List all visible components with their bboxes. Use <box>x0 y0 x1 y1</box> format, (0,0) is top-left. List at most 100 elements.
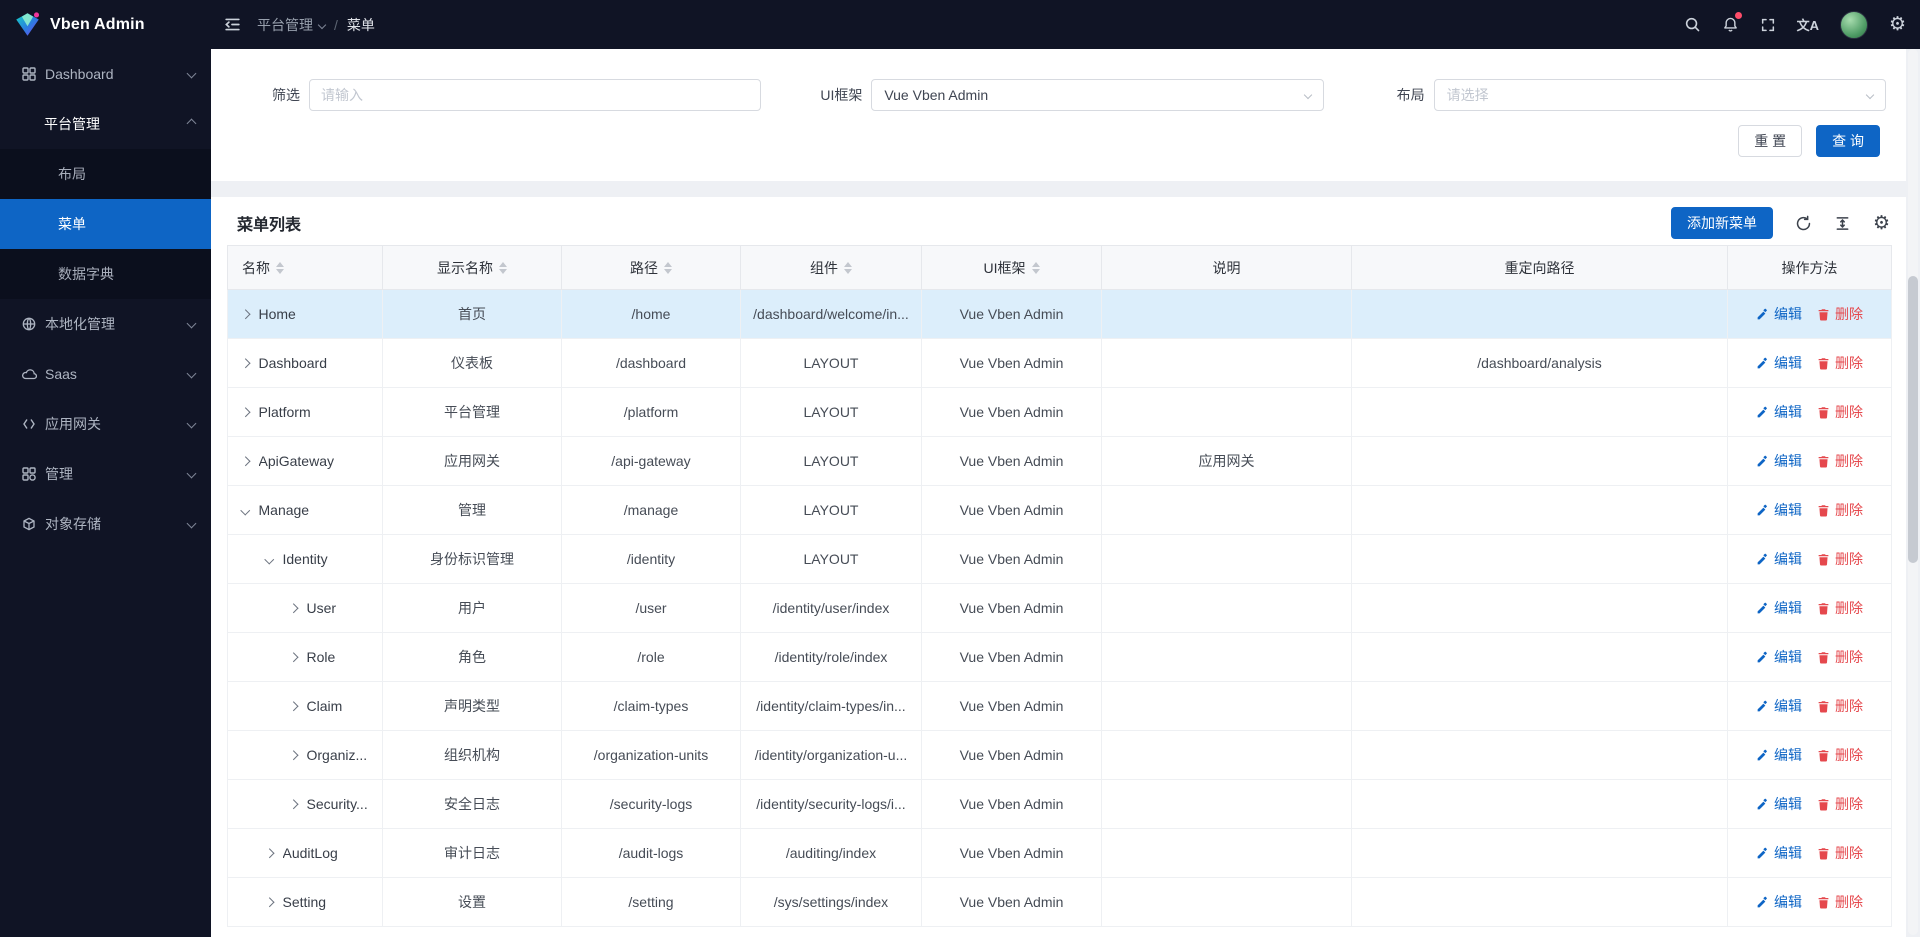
layout-select[interactable]: 请选择 <box>1434 79 1886 111</box>
cell-description <box>1102 633 1352 682</box>
add-menu-button[interactable]: 添加新菜单 <box>1671 207 1773 239</box>
edit-button[interactable]: 编辑 <box>1756 353 1802 373</box>
sidebar-item-dashboard[interactable]: Dashboard <box>0 49 211 99</box>
edit-button[interactable]: 编辑 <box>1756 598 1802 618</box>
column-header-component[interactable]: 组件 <box>741 246 922 290</box>
expand-icon[interactable] <box>241 505 250 514</box>
delete-button[interactable]: 删除 <box>1817 794 1863 814</box>
delete-button[interactable]: 删除 <box>1817 843 1863 863</box>
cell-framework: Vue Vben Admin <box>922 584 1102 633</box>
ui-framework-select[interactable]: Vue Vben Admin <box>871 79 1323 111</box>
breadcrumb-parent[interactable]: 平台管理 <box>257 15 325 35</box>
table-row[interactable]: Claim 声明类型 /claim-types /identity/claim-… <box>228 682 1892 731</box>
table-row[interactable]: Dashboard 仪表板 /dashboard LAYOUT Vue Vben… <box>228 339 1892 388</box>
scrollbar[interactable] <box>1908 49 1918 935</box>
table-row[interactable]: Identity 身份标识管理 /identity LAYOUT Vue Vbe… <box>228 535 1892 584</box>
table-row[interactable]: User 用户 /user /identity/user/index Vue V… <box>228 584 1892 633</box>
table-row[interactable]: Role 角色 /role /identity/role/index Vue V… <box>228 633 1892 682</box>
edit-button[interactable]: 编辑 <box>1756 402 1802 422</box>
expand-icon[interactable] <box>265 848 274 857</box>
bell-icon[interactable] <box>1722 16 1739 33</box>
column-header-ui-framework[interactable]: UI框架 <box>922 246 1102 290</box>
column-settings-icon[interactable]: ⚙ <box>1873 214 1890 233</box>
table-row[interactable]: Manage 管理 /manage LAYOUT Vue Vben Admin … <box>228 486 1892 535</box>
edit-button[interactable]: 编辑 <box>1756 794 1802 814</box>
expand-icon[interactable] <box>289 603 298 612</box>
expand-icon[interactable] <box>265 554 274 563</box>
translate-icon[interactable]: 文A <box>1797 15 1819 34</box>
delete-button[interactable]: 删除 <box>1817 500 1863 520</box>
delete-button[interactable]: 删除 <box>1817 696 1863 716</box>
expand-icon[interactable] <box>289 652 298 661</box>
query-button[interactable]: 查 询 <box>1816 125 1880 157</box>
expand-icon[interactable] <box>289 799 298 808</box>
expand-icon[interactable] <box>241 407 250 416</box>
delete-icon <box>1817 749 1830 762</box>
delete-button[interactable]: 删除 <box>1817 304 1863 324</box>
sidebar-item-menu[interactable]: 菜单 <box>0 199 211 249</box>
sidebar-item-object-storage[interactable]: 对象存储 <box>0 499 211 549</box>
sidebar-item-api-gateway[interactable]: 应用网关 <box>0 399 211 449</box>
refresh-icon[interactable] <box>1795 215 1812 232</box>
sidebar-item-data-dictionary[interactable]: 数据字典 <box>0 249 211 299</box>
filter-field-keyword: 筛选 <box>225 79 761 111</box>
sidebar-item-layout[interactable]: 布局 <box>0 149 211 199</box>
expand-icon[interactable] <box>241 456 250 465</box>
expand-icon[interactable] <box>289 750 298 759</box>
edit-button[interactable]: 编辑 <box>1756 549 1802 569</box>
table-row[interactable]: Security... 安全日志 /security-logs /identit… <box>228 780 1892 829</box>
sidebar-item-manage[interactable]: 管理 <box>0 449 211 499</box>
edit-label: 编辑 <box>1774 304 1802 324</box>
keyword-input[interactable] <box>309 79 761 111</box>
sidebar-item-platform-management[interactable]: 平台管理 <box>0 99 211 149</box>
cell-path: /dashboard <box>562 339 741 388</box>
sidebar-item-localization[interactable]: 本地化管理 <box>0 299 211 349</box>
delete-button[interactable]: 删除 <box>1817 353 1863 373</box>
delete-button[interactable]: 删除 <box>1817 647 1863 667</box>
settings-icon[interactable]: ⚙ <box>1889 15 1906 34</box>
table-row[interactable]: ApiGateway 应用网关 /api-gateway LAYOUT Vue … <box>228 437 1892 486</box>
edit-button[interactable]: 编辑 <box>1756 892 1802 912</box>
table-row[interactable]: AuditLog 审计日志 /audit-logs /auditing/inde… <box>228 829 1892 878</box>
column-header-display-name[interactable]: 显示名称 <box>383 246 562 290</box>
edit-button[interactable]: 编辑 <box>1756 304 1802 324</box>
scrollbar-thumb[interactable] <box>1908 276 1918 563</box>
expand-icon[interactable] <box>241 309 250 318</box>
sidebar-item-saas[interactable]: Saas <box>0 349 211 399</box>
delete-button[interactable]: 删除 <box>1817 598 1863 618</box>
edit-icon <box>1756 847 1769 860</box>
table-row[interactable]: Setting 设置 /setting /sys/settings/index … <box>228 878 1892 927</box>
edit-button[interactable]: 编辑 <box>1756 451 1802 471</box>
avatar[interactable] <box>1840 11 1868 39</box>
column-header-path[interactable]: 路径 <box>562 246 741 290</box>
search-icon[interactable] <box>1684 16 1701 33</box>
delete-button[interactable]: 删除 <box>1817 745 1863 765</box>
delete-button[interactable]: 删除 <box>1817 549 1863 569</box>
collapse-sidebar-icon[interactable] <box>223 15 242 34</box>
cell-display-name: 首页 <box>383 290 562 339</box>
chevron-down-icon <box>187 418 197 428</box>
table-row[interactable]: Home 首页 /home /dashboard/welcome/in... V… <box>228 290 1892 339</box>
table-row[interactable]: Platform 平台管理 /platform LAYOUT Vue Vben … <box>228 388 1892 437</box>
edit-button[interactable]: 编辑 <box>1756 647 1802 667</box>
cell-component: /identity/security-logs/i... <box>741 780 922 829</box>
cell-display-name: 管理 <box>383 486 562 535</box>
edit-button[interactable]: 编辑 <box>1756 500 1802 520</box>
delete-icon <box>1817 308 1830 321</box>
edit-button[interactable]: 编辑 <box>1756 745 1802 765</box>
delete-icon <box>1817 700 1830 713</box>
table-row[interactable]: Organiz... 组织机构 /organization-units /ide… <box>228 731 1892 780</box>
delete-button[interactable]: 删除 <box>1817 451 1863 471</box>
reset-button[interactable]: 重 置 <box>1738 125 1802 157</box>
edit-button[interactable]: 编辑 <box>1756 696 1802 716</box>
delete-button[interactable]: 删除 <box>1817 892 1863 912</box>
fullscreen-icon[interactable] <box>1760 17 1776 33</box>
column-header-name[interactable]: 名称 <box>228 246 383 290</box>
logo[interactable]: Vben Admin <box>0 0 211 49</box>
row-height-icon[interactable] <box>1834 215 1851 232</box>
expand-icon[interactable] <box>265 897 274 906</box>
expand-icon[interactable] <box>289 701 298 710</box>
edit-button[interactable]: 编辑 <box>1756 843 1802 863</box>
delete-button[interactable]: 删除 <box>1817 402 1863 422</box>
expand-icon[interactable] <box>241 358 250 367</box>
